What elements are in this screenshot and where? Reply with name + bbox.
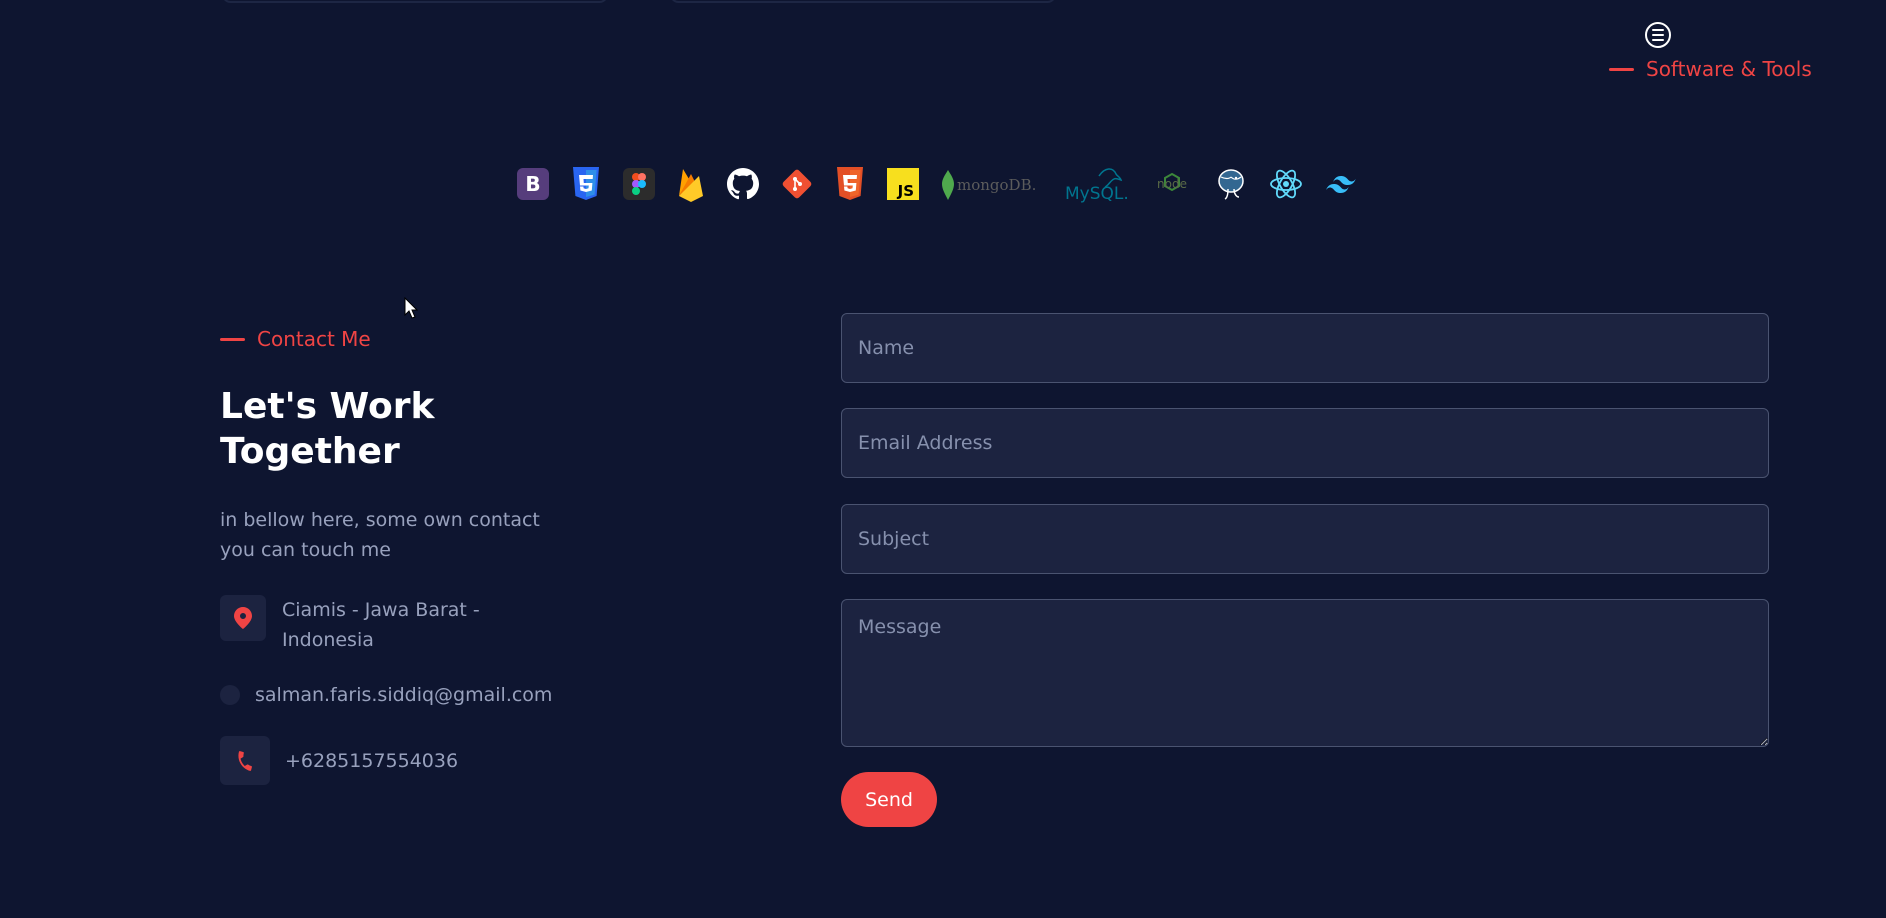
react-icon: [1269, 164, 1303, 204]
figma-icon: [623, 164, 655, 204]
contact-title: Let's Work Together: [220, 386, 435, 472]
html5-icon: [835, 164, 865, 204]
project-card-edge: [222, 0, 608, 3]
postgresql-icon: [1215, 164, 1247, 204]
tag-dash: [220, 337, 245, 341]
phone-row: +6285157554036: [220, 736, 458, 785]
email-icon: [220, 685, 240, 705]
git-icon: [781, 164, 813, 204]
github-icon: [727, 164, 759, 204]
mongodb-wordmark: mongoDB.: [957, 176, 1036, 194]
phone-icon: [220, 736, 270, 785]
firebase-icon: [677, 164, 705, 204]
tag-dash: [1609, 67, 1634, 71]
contact-tag-label: Contact Me: [257, 327, 371, 351]
mysql-logo: MySQL.: [1063, 164, 1129, 204]
email-input[interactable]: [841, 408, 1769, 478]
contact-section-tag: Contact Me: [220, 327, 371, 351]
name-input[interactable]: [841, 313, 1769, 383]
location-text: Ciamis - Jawa Barat - Indonesia: [282, 599, 480, 651]
tools-section-tag: Software & Tools: [1609, 57, 1812, 81]
location-pin-icon: [220, 595, 266, 641]
menu-lines-icon[interactable]: [1645, 22, 1671, 48]
tailwind-icon: [1325, 164, 1357, 204]
email-text[interactable]: salman.faris.siddiq@gmail.com: [255, 680, 552, 710]
tools-list: B JS mongoDB. MySQL. node: [517, 164, 1379, 204]
bootstrap-icon: B: [517, 164, 549, 204]
nodejs-logo: node: [1151, 164, 1193, 204]
mongodb-logo: mongoDB.: [941, 164, 1041, 204]
svg-text:B: B: [525, 172, 540, 196]
project-card-edge: [670, 0, 1056, 3]
javascript-icon: JS: [887, 164, 919, 204]
tools-tag-label: Software & Tools: [1646, 57, 1812, 81]
svg-text:JS: JS: [897, 182, 914, 200]
email-row: salman.faris.siddiq@gmail.com: [220, 680, 552, 710]
subject-input[interactable]: [841, 504, 1769, 574]
css3-icon: [571, 164, 601, 204]
send-button[interactable]: Send: [841, 772, 937, 827]
location-row: Ciamis - Jawa Barat - Indonesia: [220, 595, 520, 655]
contact-description: in bellow here, some own contact you can…: [220, 509, 540, 561]
mouse-cursor-icon: [404, 297, 418, 319]
mysql-wordmark: MySQL.: [1065, 184, 1129, 204]
message-textarea[interactable]: [841, 599, 1769, 747]
nodejs-wordmark: node: [1157, 177, 1187, 191]
phone-text[interactable]: +6285157554036: [285, 746, 458, 776]
